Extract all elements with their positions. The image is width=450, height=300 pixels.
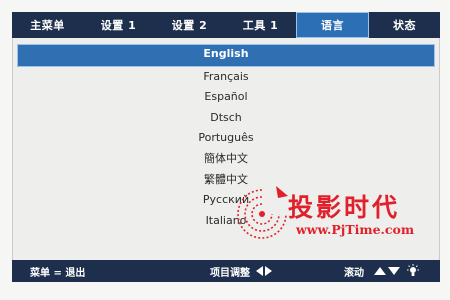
language-option-english[interactable]: English bbox=[17, 44, 435, 67]
tab-settings-2[interactable]: 设置 2 bbox=[154, 12, 225, 38]
language-option-german[interactable]: Dtsch bbox=[17, 108, 435, 129]
right-arrow-icon bbox=[265, 266, 272, 276]
menu-tab-bar: 主菜单 设置 1 设置 2 工具 1 语言 状态 bbox=[12, 12, 440, 38]
light-bulb-icon bbox=[407, 264, 419, 276]
help-exit: 菜单 = 退出 bbox=[30, 260, 85, 282]
help-scroll-label: 滚动 bbox=[344, 267, 364, 279]
language-list: English Français Español Dtsch Português… bbox=[17, 44, 435, 231]
language-option-spanish[interactable]: Español bbox=[17, 87, 435, 108]
down-arrow-icon bbox=[388, 267, 400, 275]
tab-status[interactable]: 状态 bbox=[369, 12, 440, 38]
language-option-italian[interactable]: Italiano bbox=[17, 211, 435, 232]
help-scroll: 滚动 bbox=[344, 260, 420, 282]
help-exit-label: 菜单 = 退出 bbox=[30, 267, 86, 279]
language-option-traditional-chinese[interactable]: 繁體中文 bbox=[17, 170, 435, 191]
tab-tools-1[interactable]: 工具 1 bbox=[225, 12, 296, 38]
language-option-french[interactable]: Français bbox=[17, 67, 435, 88]
help-bar: 菜单 = 退出 项目调整 滚动 bbox=[12, 260, 440, 282]
left-arrow-icon bbox=[256, 266, 263, 276]
tab-settings-1[interactable]: 设置 1 bbox=[83, 12, 154, 38]
help-adjust: 项目调整 bbox=[210, 260, 272, 282]
language-panel: English Français Español Dtsch Português… bbox=[12, 38, 440, 260]
tab-main-menu[interactable]: 主菜单 bbox=[12, 12, 83, 38]
osd-screen: 主菜单 设置 1 设置 2 工具 1 语言 状态 English Françai… bbox=[0, 0, 450, 300]
tab-language[interactable]: 语言 bbox=[296, 12, 369, 38]
language-option-russian[interactable]: Русский bbox=[17, 190, 435, 211]
language-option-simplified-chinese[interactable]: 簡体中文 bbox=[17, 149, 435, 170]
up-arrow-icon bbox=[374, 267, 386, 275]
language-option-portuguese[interactable]: Português bbox=[17, 128, 435, 149]
help-adjust-label: 项目调整 bbox=[210, 267, 250, 279]
